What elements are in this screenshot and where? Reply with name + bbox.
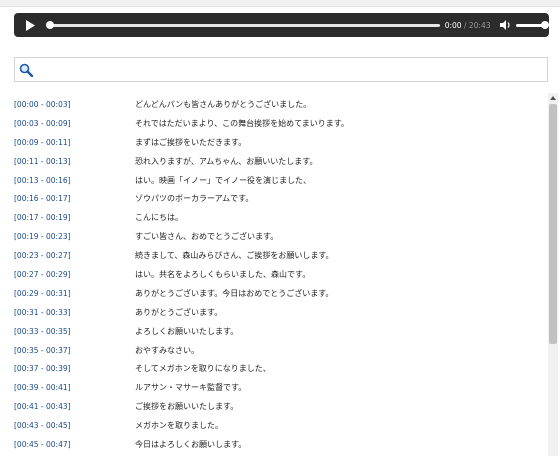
transcript-text: そしてメガホンを取りになりました、 <box>135 364 271 374</box>
timestamp-link[interactable]: [00:16 - 00:17] <box>14 194 71 203</box>
transcript-text: どんどんパンも皆さんありがとうございました。 <box>135 100 312 109</box>
transcript-row: [00:27 - 00:29] はい。共名をよろしくもらいました、森山です。 <box>14 266 542 285</box>
transcript-text: ご挨拶をお願いいたします。 <box>135 402 239 412</box>
time-display: 0:00 / 20:43 <box>445 21 491 30</box>
transcript-row: [00:23 - 00:27] 続きまして、森山みらびさん、ご挨拶をお願いします。 <box>14 247 542 266</box>
timestamp-link[interactable]: [00:11 - 00:13] <box>14 157 71 166</box>
transcript-row: [00:33 - 00:35] よろしくお願いいたします。 <box>14 323 542 342</box>
transcript-row: [00:45 - 00:47] 今日はよろしくお願いします。 <box>14 436 542 455</box>
transcript-text: まずはご挨拶をいただきます。 <box>135 137 247 147</box>
timestamp-link[interactable]: [00:03 - 00:09] <box>14 119 71 128</box>
transcript-row: [00:03 - 00:09] それではただいまより、この舞台挨拶を始めてまいりま… <box>14 115 542 134</box>
transcript-row: [00:11 - 00:13] 恐れ入りますが、アムちゃん、お願いいたします。 <box>14 153 542 172</box>
audio-player: 0:00 / 20:43 <box>14 13 549 37</box>
timestamp-link[interactable]: [00:27 - 00:29] <box>14 270 71 279</box>
timestamp-link[interactable]: [00:00 - 00:03] <box>14 100 71 109</box>
transcript-row: [00:19 - 00:23] すごい皆さん、おめでとうございます。 <box>14 228 542 247</box>
transcript-row: [00:37 - 00:39] そしてメガホンを取りになりました、 <box>14 360 542 379</box>
transcript-row: [00:43 - 00:45] メガホンを取りました。 <box>14 417 542 436</box>
transcript-text: 続きまして、森山みらびさん、ご挨拶をお願いします。 <box>135 251 334 261</box>
transcript-row: [00:16 - 00:17] ゾウパツのボーカラーアムです。 <box>14 190 542 209</box>
search-input[interactable] <box>37 60 546 81</box>
scrollbar[interactable] <box>548 93 558 456</box>
play-icon <box>26 19 36 31</box>
timestamp-link[interactable]: [00:45 - 00:47] <box>14 440 71 449</box>
transcript-row: [00:13 - 00:16] はい。映画「イノー」でイノー役を演じました、 <box>14 172 542 191</box>
transcript-text: ルアサン・マサーキ監督です。 <box>135 383 247 393</box>
timestamp-link[interactable]: [00:31 - 00:33] <box>14 308 71 317</box>
transcript-text: ありがとうございます。今日はおめでとうございます。 <box>135 288 334 298</box>
transcript-text: それではただいまより、この舞台挨拶を始めてまいります。 <box>135 118 349 128</box>
transcript-text: すごい皆さん、おめでとうございます。 <box>135 232 279 242</box>
transcript-row: [00:00 - 00:03] どんどんパンも皆さんありがとうございました。 <box>14 96 542 115</box>
timestamp-link[interactable]: [00:23 - 00:27] <box>14 251 71 260</box>
duration: 20:43 <box>468 20 491 30</box>
scrollbar-thumb[interactable] <box>549 104 557 344</box>
transcript-row: [00:39 - 00:41] ルアサン・マサーキ監督です。 <box>14 379 542 398</box>
seek-track <box>47 23 440 27</box>
timestamp-link[interactable]: [00:33 - 00:35] <box>14 327 71 336</box>
timestamp-link[interactable]: [00:29 - 00:31] <box>14 289 71 298</box>
transcript-row: [00:17 - 00:19] こんにちは。 <box>14 209 542 228</box>
seek-bar[interactable] <box>45 13 440 37</box>
speaker-icon <box>499 20 510 30</box>
transcript-row: [00:35 - 00:37] おやすみなさい。 <box>14 342 542 361</box>
timestamp-link[interactable]: [00:09 - 00:11] <box>14 138 71 147</box>
timestamp-link[interactable]: [00:13 - 00:16] <box>14 176 71 185</box>
time-separator: / <box>461 20 469 30</box>
transcript-text: メガホンを取りました。 <box>135 421 223 431</box>
transcript-row: [00:41 - 00:43] ご挨拶をお願いいたします。 <box>14 398 542 417</box>
timestamp-link[interactable]: [00:35 - 00:37] <box>14 346 71 355</box>
window-top-bar <box>0 0 560 7</box>
search-box <box>14 57 548 82</box>
transcript-text: ありがとうございます。 <box>135 307 223 317</box>
transcript-text: よろしくお願いいたします。 <box>135 326 239 336</box>
transcript-text: おやすみなさい。 <box>135 345 199 355</box>
search-icon <box>19 63 33 77</box>
transcript-row: [00:29 - 00:31] ありがとうございます。今日はおめでとうございます。 <box>14 285 542 304</box>
timestamp-link[interactable]: [00:41 - 00:43] <box>14 402 71 411</box>
timestamp-link[interactable]: [00:43 - 00:45] <box>14 421 71 430</box>
transcript-row: [00:31 - 00:33] ありがとうございます。 <box>14 304 542 323</box>
timestamp-link[interactable]: [00:19 - 00:23] <box>14 232 71 241</box>
transcript-text: ゾウパツのボーカラーアムです。 <box>135 194 254 204</box>
timestamp-link[interactable]: [00:37 - 00:39] <box>14 364 71 373</box>
volume-slider[interactable] <box>515 13 549 37</box>
transcript-text: 今日はよろしくお願いします。 <box>135 440 247 450</box>
transcript-text: こんにちは。 <box>135 213 183 223</box>
volume-button[interactable] <box>499 13 512 37</box>
play-button[interactable] <box>20 13 42 37</box>
scroll-up-button[interactable] <box>548 93 558 103</box>
timestamp-link[interactable]: [00:17 - 00:19] <box>14 213 71 222</box>
transcript-text: 恐れ入りますが、アムちゃん、お願いいたします。 <box>135 156 318 166</box>
volume-handle[interactable] <box>541 21 549 29</box>
transcript-row: [00:09 - 00:11] まずはご挨拶をいただきます。 <box>14 134 542 153</box>
seek-handle[interactable] <box>45 21 54 29</box>
transcript-list: [00:00 - 00:03] どんどんパンも皆さんありがとうございました。 [00… <box>14 96 542 456</box>
transcript-text: はい。映画「イノー」でイノー役を演じました、 <box>135 175 311 185</box>
triangle-up-icon <box>550 96 556 100</box>
current-time: 0:00 <box>444 20 462 30</box>
transcript-text: はい。共名をよろしくもらいました、森山です。 <box>135 270 311 280</box>
timestamp-link[interactable]: [00:39 - 00:41] <box>14 383 71 392</box>
